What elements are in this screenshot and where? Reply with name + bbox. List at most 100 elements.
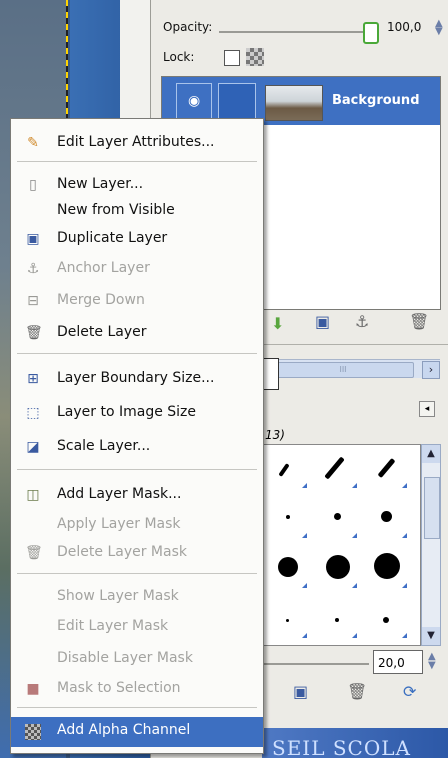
menu-item-label: Disable Layer Mask bbox=[57, 650, 193, 666]
layer-mask-icon: ◫ bbox=[26, 487, 40, 503]
menu-item-label: Merge Down bbox=[57, 292, 145, 308]
layer-list-hscrollbar[interactable]: III › bbox=[272, 359, 440, 379]
refresh-icon[interactable]: ⟳ bbox=[403, 682, 416, 701]
menu-item-label: Add Layer Mask... bbox=[57, 486, 182, 502]
lock-pixels-checkbox[interactable] bbox=[224, 50, 240, 66]
spacing-spin-icon[interactable]: ▲ ▼ bbox=[428, 652, 436, 671]
brush-thumb[interactable] bbox=[278, 557, 298, 577]
menu-item-apply-layer-mask[interactable]: Apply Layer Mask bbox=[11, 511, 263, 539]
duplicate-layer-icon[interactable]: ▣ bbox=[315, 312, 330, 331]
menu-item-label: Layer Boundary Size... bbox=[57, 370, 215, 386]
duplicate-layer-icon: ▣ bbox=[26, 231, 40, 247]
selection-marching-ants bbox=[66, 0, 68, 118]
brush-corner-marker bbox=[302, 583, 307, 588]
menu-item-anchor-layer[interactable]: ⚓ Anchor Layer bbox=[11, 255, 263, 283]
menu-separator bbox=[17, 161, 257, 162]
trash-icon[interactable]: 🗑 bbox=[409, 312, 429, 331]
merge-down-icon: ⊟ bbox=[27, 293, 39, 309]
menu-item-label: Add Alpha Channel bbox=[57, 722, 191, 738]
opacity-slider-handle[interactable] bbox=[363, 22, 379, 44]
menu-item-show-layer-mask[interactable]: Show Layer Mask bbox=[11, 583, 263, 611]
menu-item-label: Delete Layer Mask bbox=[57, 544, 187, 560]
scroll-down-icon[interactable]: ▼ bbox=[422, 627, 440, 645]
layer-boundary-icon: ⊞ bbox=[27, 371, 39, 387]
opacity-slider[interactable] bbox=[219, 31, 365, 33]
opacity-value[interactable]: 100,0 bbox=[387, 20, 421, 34]
trash-icon[interactable]: 🗑 bbox=[347, 682, 367, 701]
brush-corner-marker bbox=[402, 483, 407, 488]
menu-item-label: Layer to Image Size bbox=[57, 404, 197, 420]
brush-corner-marker bbox=[352, 533, 357, 538]
brush-corner-marker bbox=[352, 633, 357, 638]
brush-thumb[interactable] bbox=[377, 457, 396, 479]
menu-item-new-layer[interactable]: ▯ New Layer... bbox=[11, 171, 263, 199]
duplicate-brush-icon[interactable]: ▣ bbox=[293, 682, 308, 701]
brush-grid bbox=[261, 444, 421, 646]
trash-icon: 🗑 bbox=[25, 325, 43, 341]
menu-separator bbox=[17, 707, 257, 708]
menu-item-label: New Layer... bbox=[57, 176, 144, 192]
opacity-spin-icon[interactable]: ▲ ▼ bbox=[435, 19, 443, 37]
brush-thumb[interactable] bbox=[383, 617, 389, 623]
lower-layer-icon[interactable]: ⬇ bbox=[271, 314, 284, 333]
lock-alpha-icon[interactable] bbox=[246, 48, 264, 66]
menu-item-new-from-visible[interactable]: New from Visible bbox=[11, 197, 263, 225]
menu-item-label: Apply Layer Mask bbox=[57, 516, 181, 532]
brush-thumb[interactable] bbox=[381, 511, 392, 522]
menu-item-label: Edit Layer Mask bbox=[57, 618, 169, 634]
menu-item-mask-to-selection[interactable]: ■ Mask to Selection bbox=[11, 675, 263, 703]
menu-item-duplicate-layer[interactable]: ▣ Duplicate Layer bbox=[11, 225, 263, 253]
scroll-right-icon[interactable]: › bbox=[422, 361, 440, 379]
menu-item-scale-layer[interactable]: ◪ Scale Layer... bbox=[11, 433, 263, 461]
anchor-icon[interactable]: ⚓ bbox=[355, 312, 369, 331]
brush-thumb[interactable] bbox=[286, 515, 290, 519]
brush-thumb[interactable] bbox=[324, 456, 345, 480]
menu-item-layer-boundary-size[interactable]: ⊞ Layer Boundary Size... bbox=[11, 365, 263, 393]
brush-thumb[interactable] bbox=[326, 555, 350, 579]
alpha-channel-icon bbox=[25, 724, 41, 740]
visibility-toggle[interactable]: ◉ bbox=[176, 83, 212, 119]
menu-item-label: Duplicate Layer bbox=[57, 230, 168, 246]
menu-item-add-alpha-channel[interactable]: Add Alpha Channel bbox=[11, 717, 263, 747]
brush-corner-marker bbox=[402, 533, 407, 538]
vscroll-thumb[interactable] bbox=[424, 477, 440, 539]
brush-thumb[interactable] bbox=[278, 463, 290, 477]
menu-item-merge-down[interactable]: ⊟ Merge Down bbox=[11, 287, 263, 315]
brush-thumb[interactable] bbox=[374, 553, 400, 579]
anchor-icon: ⚓ bbox=[26, 261, 40, 277]
trash-icon: 🗑 bbox=[25, 545, 43, 561]
menu-separator bbox=[17, 353, 257, 354]
hscroll-thumb[interactable]: III bbox=[272, 362, 414, 378]
spacing-slider[interactable] bbox=[261, 663, 369, 665]
brush-thumb[interactable] bbox=[334, 513, 341, 520]
menu-item-label: Edit Layer Attributes... bbox=[57, 134, 215, 150]
eye-icon: ◉ bbox=[188, 93, 201, 109]
scroll-up-icon[interactable]: ▲ bbox=[422, 445, 440, 463]
spacing-value[interactable]: 20,0 bbox=[373, 650, 423, 674]
brush-thumb[interactable] bbox=[335, 618, 339, 622]
menu-item-disable-layer-mask[interactable]: Disable Layer Mask bbox=[11, 645, 263, 673]
brush-corner-marker bbox=[352, 483, 357, 488]
panel-menu-icon[interactable]: ◂ bbox=[419, 401, 435, 417]
menu-item-edit-layer-mask[interactable]: Edit Layer Mask bbox=[11, 613, 263, 641]
brush-thumb[interactable] bbox=[286, 619, 289, 622]
brush-corner-marker bbox=[302, 483, 307, 488]
menu-item-edit-layer-attributes[interactable]: ✎ Edit Layer Attributes... bbox=[11, 129, 263, 157]
edit-attributes-icon: ✎ bbox=[27, 135, 39, 151]
menu-item-delete-layer[interactable]: 🗑 Delete Layer bbox=[11, 319, 263, 347]
layer-to-image-icon: ⬚ bbox=[26, 405, 40, 421]
brush-vscrollbar[interactable]: ▲ ▼ bbox=[421, 444, 441, 646]
chain-toggle[interactable] bbox=[218, 83, 256, 119]
menu-item-label: Delete Layer bbox=[57, 324, 147, 340]
brush-corner-marker bbox=[402, 633, 407, 638]
brush-corner-marker bbox=[352, 583, 357, 588]
menu-item-add-layer-mask[interactable]: ◫ Add Layer Mask... bbox=[11, 481, 263, 509]
layer-thumbnail bbox=[265, 85, 323, 121]
canvas-light-region bbox=[120, 0, 150, 118]
new-layer-icon: ▯ bbox=[29, 177, 37, 193]
menu-item-layer-to-image-size[interactable]: ⬚ Layer to Image Size bbox=[11, 399, 263, 427]
menu-item-label: New from Visible bbox=[57, 202, 175, 218]
menu-item-label: Show Layer Mask bbox=[57, 588, 179, 604]
brush-corner-marker bbox=[302, 633, 307, 638]
menu-item-delete-layer-mask[interactable]: 🗑 Delete Layer Mask bbox=[11, 539, 263, 567]
